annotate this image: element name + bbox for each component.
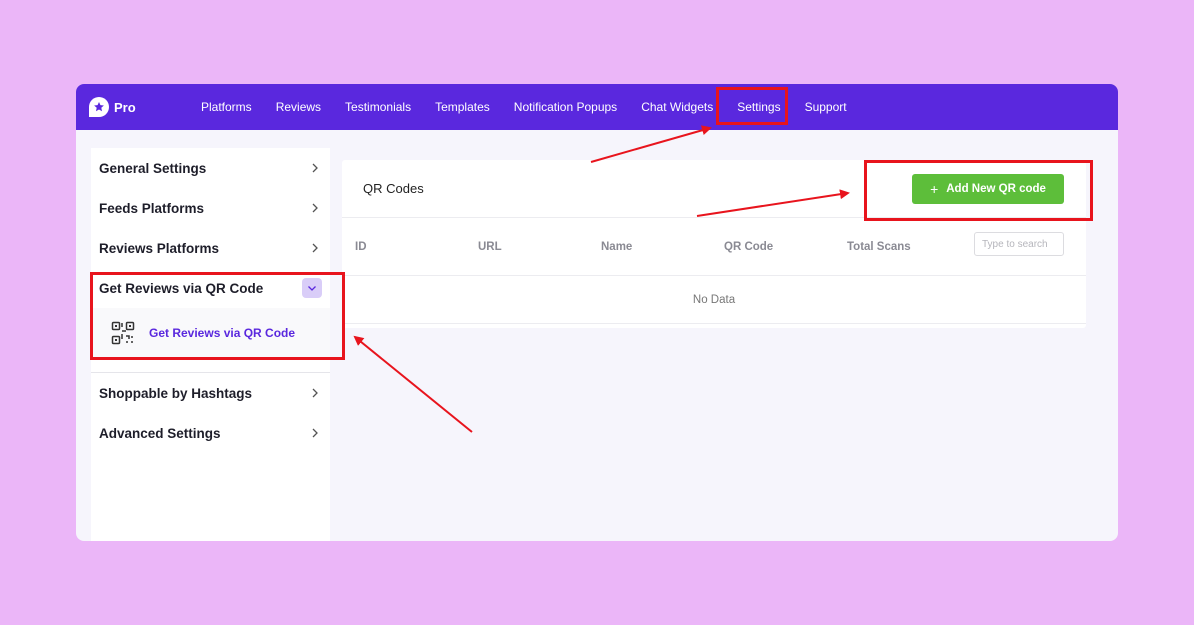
nav-item-chat-widgets[interactable]: Chat Widgets — [629, 84, 725, 130]
chevron-right-icon — [308, 201, 322, 215]
sidebar-item-label: Feeds Platforms — [99, 200, 205, 216]
chevron-right-icon — [308, 161, 322, 175]
app-window: Pro Platforms Reviews Testimonials Templ… — [76, 84, 1118, 541]
star-chat-icon — [89, 97, 109, 117]
nav-item-support[interactable]: Support — [793, 84, 859, 130]
chevron-down-icon[interactable] — [302, 278, 322, 298]
empty-state: No Data — [342, 276, 1086, 324]
main-nav: Platforms Reviews Testimonials Templates… — [189, 84, 859, 130]
sidebar-item-qr-code[interactable]: Get Reviews via QR Code — [91, 268, 330, 308]
sidebar-subitem-qr-code[interactable]: Get Reviews via QR Code — [91, 308, 330, 358]
nav-item-reviews[interactable]: Reviews — [264, 84, 333, 130]
panel-title: QR Codes — [363, 181, 424, 196]
sidebar-item-label: Get Reviews via QR Code — [99, 280, 264, 296]
nav-item-platforms[interactable]: Platforms — [189, 84, 264, 130]
column-header-url[interactable]: URL — [478, 241, 601, 253]
nav-item-notification-popups[interactable]: Notification Popups — [502, 84, 629, 130]
brand[interactable]: Pro — [89, 97, 189, 117]
column-header-qr-code[interactable]: QR Code — [724, 241, 847, 253]
brand-name: Pro — [114, 99, 136, 115]
add-qr-code-button-label: Add New QR code — [946, 182, 1046, 195]
sidebar-item-reviews-platforms[interactable]: Reviews Platforms — [91, 228, 330, 268]
chevron-right-icon — [308, 241, 322, 255]
nav-item-templates[interactable]: Templates — [423, 84, 502, 130]
panel-header: QR Codes + Add New QR code — [342, 160, 1086, 218]
qr-codes-panel: QR Codes + Add New QR code ID URL Name Q… — [342, 160, 1086, 328]
chevron-right-icon — [308, 386, 322, 400]
nav-item-testimonials[interactable]: Testimonials — [333, 84, 423, 130]
settings-sidebar: General Settings Feeds Platforms Reviews… — [91, 148, 330, 541]
chevron-right-icon — [308, 426, 322, 440]
nav-item-settings[interactable]: Settings — [725, 84, 792, 130]
sidebar-subitem-label: Get Reviews via QR Code — [149, 326, 296, 340]
sidebar-item-general-settings[interactable]: General Settings — [91, 148, 330, 188]
sidebar-item-shoppable-hashtags[interactable]: Shoppable by Hashtags — [91, 373, 330, 413]
sidebar-item-label: Advanced Settings — [99, 425, 221, 441]
column-header-total-scans[interactable]: Total Scans — [847, 241, 970, 253]
add-qr-code-button[interactable]: + Add New QR code — [912, 173, 1064, 204]
sidebar-item-label: General Settings — [99, 160, 207, 176]
search-input[interactable] — [974, 232, 1064, 256]
sidebar-item-advanced-settings[interactable]: Advanced Settings — [91, 413, 330, 453]
sidebar-item-feeds-platforms[interactable]: Feeds Platforms — [91, 188, 330, 228]
plus-icon: + — [930, 180, 939, 197]
column-header-id[interactable]: ID — [355, 241, 478, 253]
column-header-name[interactable]: Name — [601, 241, 724, 253]
qr-code-icon — [111, 321, 135, 345]
table-header: ID URL Name QR Code Total Scans — [342, 218, 1086, 276]
sidebar-item-label: Shoppable by Hashtags — [99, 385, 253, 401]
top-navigation-bar: Pro Platforms Reviews Testimonials Templ… — [76, 84, 1118, 130]
sidebar-item-label: Reviews Platforms — [99, 240, 220, 256]
